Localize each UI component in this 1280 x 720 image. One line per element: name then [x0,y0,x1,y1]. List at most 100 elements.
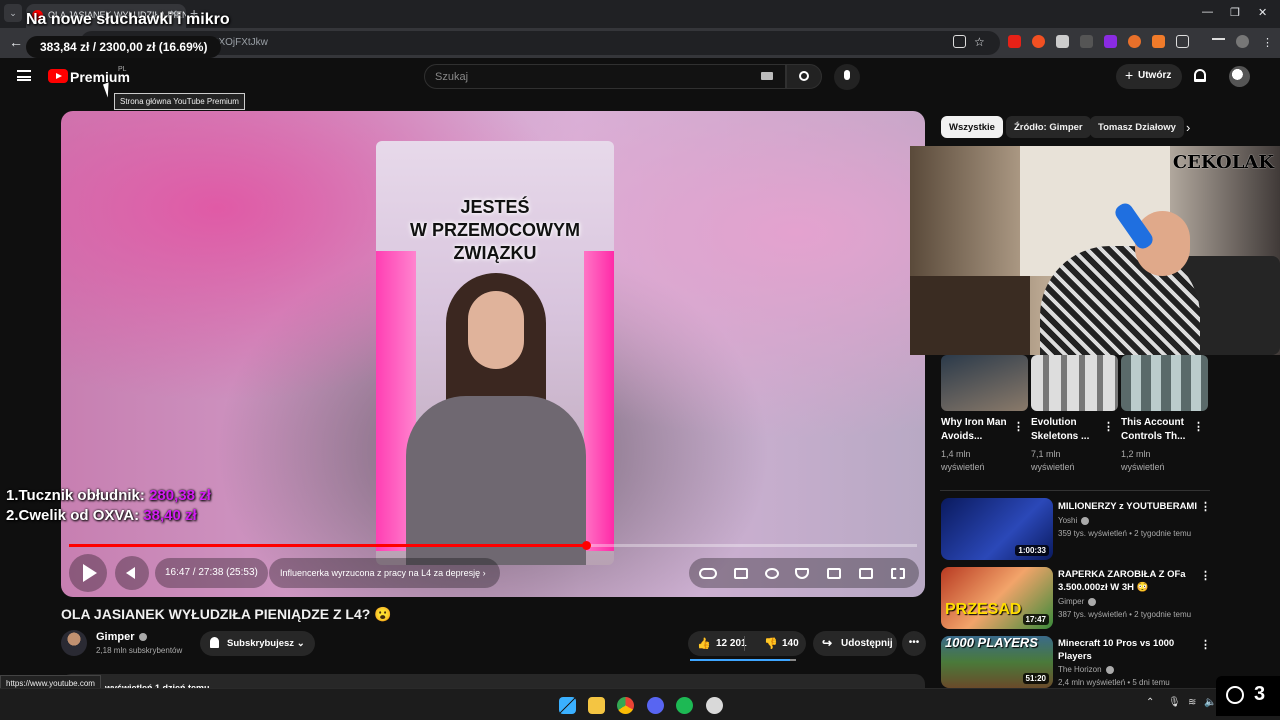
time-display: 16:47 / 27:38 (25:53) [155,558,268,588]
orange-extension-icon[interactable] [1128,35,1141,48]
channel-text: Gimper [1058,597,1085,606]
short-menu-icon[interactable]: ⋮ [1013,420,1024,433]
video-menu-icon[interactable]: ⋮ [1200,569,1211,582]
youtube-extension-icon[interactable] [1008,35,1021,48]
maximize-icon[interactable]: ❐ [1230,6,1240,19]
minimize-icon[interactable]: — [1202,6,1213,18]
webcam-table [910,276,1030,355]
tab-search-button[interactable]: ⌄ [4,4,22,22]
streamer-logo: CEKOLAK [1172,152,1274,173]
chevron-right-icon[interactable]: › [1186,120,1190,135]
file-explorer-icon[interactable] [588,697,605,714]
fire-extension-icon[interactable] [1032,35,1045,48]
share-label: Udostępnij [841,638,893,649]
recommended-title[interactable]: RAPERKA ZAROBIŁA Z OFa 3.500.000zł W 3H … [1058,568,1198,594]
profile-icon[interactable] [1236,35,1249,48]
like-count[interactable]: 12 201 [716,638,747,649]
brave-extension-icon[interactable] [1152,35,1165,48]
video-menu-icon[interactable]: ⋮ [1200,500,1211,513]
channel-text: Yoshi [1058,516,1078,525]
subscribe-button[interactable]: Subskrybujesz ⌄ [200,631,315,656]
script-extension-icon[interactable] [1080,35,1093,48]
verified-icon [1105,665,1114,674]
spotify-icon[interactable] [676,697,693,714]
video-player[interactable]: JESTEŚ W PRZEMOCOWYM ZWIĄZKU 16:47 / 27:38… [61,111,925,597]
recommended-channel[interactable]: Yoshi [1058,516,1090,525]
recommended-thumbnail[interactable]: 1000 PLAYERS 51:20 [941,636,1053,688]
verified-icon [1088,597,1097,606]
reading-list-icon[interactable] [1212,38,1225,46]
twitch-extension-icon[interactable] [1104,35,1117,48]
voice-search-button[interactable] [834,64,860,90]
logo-region-label: PL [118,66,127,73]
recommended-thumbnail[interactable]: PRZESAD 17:47 [941,567,1053,629]
progress-bar[interactable] [69,541,917,550]
short-title[interactable]: Why Iron Man Avoids... [941,416,1013,444]
back-arrow-icon[interactable]: ← [9,34,23,50]
wifi-icon[interactable]: ≋ [1188,697,1196,708]
video-menu-icon[interactable]: ⋮ [1200,638,1211,651]
settings-gear-icon[interactable] [765,568,779,579]
short-title[interactable]: This Account Controls Th... [1121,416,1193,444]
chip-source-gimper[interactable]: Źródło: Gimper [1006,116,1091,138]
speaker-icon[interactable]: 🔈 [1204,697,1216,708]
dislike-count[interactable]: 140 [782,638,799,649]
windows-start-icon[interactable] [559,697,576,714]
player-right-controls [689,558,919,588]
chrome-icon[interactable] [617,697,634,714]
microphone-tray-icon[interactable]: 🎙 [1168,697,1181,708]
subtitles-icon[interactable] [734,568,748,579]
recommended-title[interactable]: Minecraft 10 Pros vs 1000 Players [1058,637,1198,663]
recommended-channel[interactable]: Gimper [1058,597,1097,606]
hamburger-menu-icon[interactable] [17,70,31,81]
cast-icon[interactable] [953,35,966,48]
tray-chevron-icon[interactable]: ⌃ [1146,697,1154,708]
youtube-logo-icon[interactable] [48,69,68,83]
share-button[interactable]: ↪ Udostępnij [813,631,897,656]
channel-text: The Horizon [1058,665,1102,674]
create-button[interactable]: Utwórz [1116,64,1182,89]
more-actions-button[interactable]: ••• [902,631,926,656]
short-thumbnail[interactable] [1121,355,1208,411]
short-thumbnail[interactable] [941,355,1028,411]
volume-button[interactable] [115,556,149,590]
chip-all[interactable]: Wszystkie [941,116,1003,138]
account-avatar[interactable] [1229,66,1250,87]
search-button[interactable] [786,64,822,89]
donor-label: 2.Cwelik od OXVA: [6,507,140,524]
chrome-menu-icon[interactable]: ⋮ [1262,36,1273,49]
page-scrollbar[interactable] [1270,64,1276,664]
chapter-button[interactable]: Influencerka wyrzucona z pracy na L4 za … [269,558,500,588]
short-menu-icon[interactable]: ⋮ [1103,420,1114,433]
recommended-title[interactable]: MILIONERZY z YOUTUBERAMI [1058,500,1198,513]
search-input[interactable]: Szukaj [424,64,786,89]
notifications-bell-icon[interactable] [1194,69,1206,82]
recommended-channel[interactable]: The Horizon [1058,665,1114,674]
bookmark-star-icon[interactable]: ☆ [974,35,985,49]
extensions-puzzle-icon[interactable] [1176,35,1189,48]
channel-name[interactable]: Gimper [96,631,147,643]
keyboard-icon[interactable] [761,72,773,80]
chip-tomasz-dzialowy[interactable]: Tomasz Działowy [1090,116,1184,138]
fullscreen-icon[interactable] [891,568,905,579]
sidebar-divider [940,490,1210,491]
play-button[interactable] [69,554,107,592]
close-window-icon[interactable]: ✕ [1258,6,1267,19]
miniplayer-icon[interactable] [827,568,841,579]
thumbnail-text: PRZESAD [945,601,1022,618]
app-icon[interactable] [706,697,723,714]
short-title[interactable]: Evolution Skeletons ... [1031,416,1103,444]
recommended-thumbnail[interactable]: 1:00:33 [941,498,1053,560]
stream-title-overlay: Na nowe słuchawki i mikro [26,11,230,28]
channel-avatar[interactable] [61,630,87,656]
pen-extension-icon[interactable] [1056,35,1069,48]
shield-icon[interactable] [795,568,809,579]
channel-name-text: Gimper [96,631,135,643]
thumbs-up-icon[interactable]: 👍 [697,637,711,650]
theater-mode-icon[interactable] [859,568,873,579]
autoplay-toggle[interactable] [699,568,717,579]
short-thumbnail[interactable] [1031,355,1118,411]
short-menu-icon[interactable]: ⋮ [1193,420,1204,433]
thumbs-down-icon[interactable]: 👎 [764,637,778,650]
discord-icon[interactable] [647,697,664,714]
